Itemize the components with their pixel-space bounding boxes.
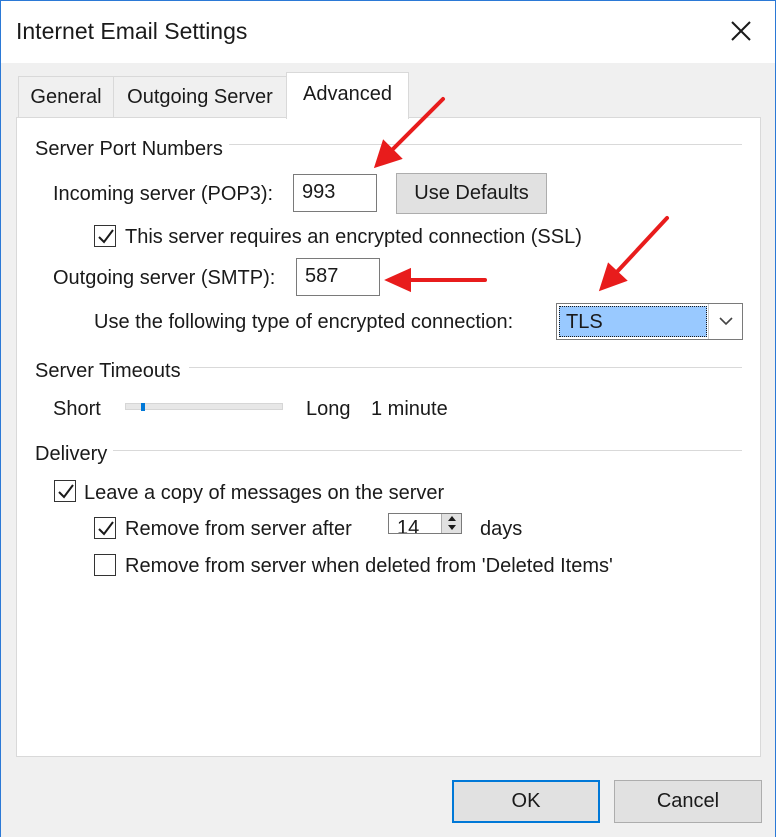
close-icon <box>731 21 751 41</box>
encryption-type-select[interactable]: TLS <box>556 303 743 340</box>
tab-outgoing-server[interactable]: Outgoing Server <box>113 76 287 118</box>
tab-advanced[interactable]: Advanced <box>286 72 409 119</box>
timeout-slider[interactable] <box>125 403 283 411</box>
ssl-checkbox-label: This server requires an encrypted connec… <box>125 226 582 248</box>
timeout-short-label: Short <box>53 398 101 420</box>
timeout-long-label: Long <box>306 398 351 420</box>
encryption-type-value: TLS <box>559 306 707 337</box>
timeout-value: 1 minute <box>371 398 448 420</box>
close-button[interactable] <box>719 11 763 51</box>
group-title-server-timeouts: Server Timeouts <box>35 360 187 383</box>
slider-thumb[interactable] <box>141 403 145 411</box>
outgoing-server-label: Outgoing server (SMTP): <box>53 267 276 289</box>
cancel-button[interactable]: Cancel <box>614 780 762 823</box>
leave-copy-label: Leave a copy of messages on the server <box>84 482 445 504</box>
days-label: days <box>480 518 523 540</box>
remove-after-days-value: 14 <box>397 517 420 534</box>
spin-buttons <box>441 514 461 533</box>
incoming-port-input[interactable]: 993 <box>293 174 377 212</box>
remove-deleted-label: Remove from server when deleted from 'De… <box>125 555 613 577</box>
spin-up-button[interactable] <box>442 514 461 523</box>
window-title: Internet Email Settings <box>16 18 248 44</box>
checkmark-icon <box>98 521 114 536</box>
group-divider <box>109 450 742 451</box>
tab-strip: General Outgoing Server Advanced <box>1 63 775 119</box>
checkmark-icon <box>58 484 74 499</box>
spin-down-button[interactable] <box>442 523 461 532</box>
remove-after-days-spinner[interactable]: 14 <box>388 513 462 534</box>
advanced-tab-panel <box>16 117 761 757</box>
remove-after-label: Remove from server after <box>125 518 352 540</box>
group-title-server-ports: Server Port Numbers <box>35 138 229 161</box>
group-title-delivery: Delivery <box>35 443 114 466</box>
remove-after-checkbox[interactable] <box>94 517 116 539</box>
tab-general[interactable]: General <box>18 76 114 118</box>
outgoing-port-input[interactable]: 587 <box>296 258 380 296</box>
leave-copy-checkbox[interactable] <box>54 480 76 502</box>
use-defaults-button[interactable]: Use Defaults <box>396 173 547 214</box>
chevron-down-icon <box>718 317 733 326</box>
group-divider <box>189 367 742 368</box>
encryption-type-label: Use the following type of encrypted conn… <box>94 311 514 333</box>
dropdown-button[interactable] <box>708 304 742 339</box>
checkmark-icon <box>98 229 114 244</box>
triangle-down-icon <box>447 525 456 530</box>
ok-button[interactable]: OK <box>452 780 600 823</box>
triangle-up-icon <box>447 516 456 521</box>
group-divider <box>229 144 742 145</box>
dialog-window: Internet Email Settings General Outgoing… <box>0 0 776 837</box>
incoming-server-label: Incoming server (POP3): <box>53 183 274 205</box>
ssl-checkbox[interactable] <box>94 225 116 247</box>
remove-deleted-checkbox[interactable] <box>94 554 116 576</box>
title-bar: Internet Email Settings <box>1 1 775 63</box>
